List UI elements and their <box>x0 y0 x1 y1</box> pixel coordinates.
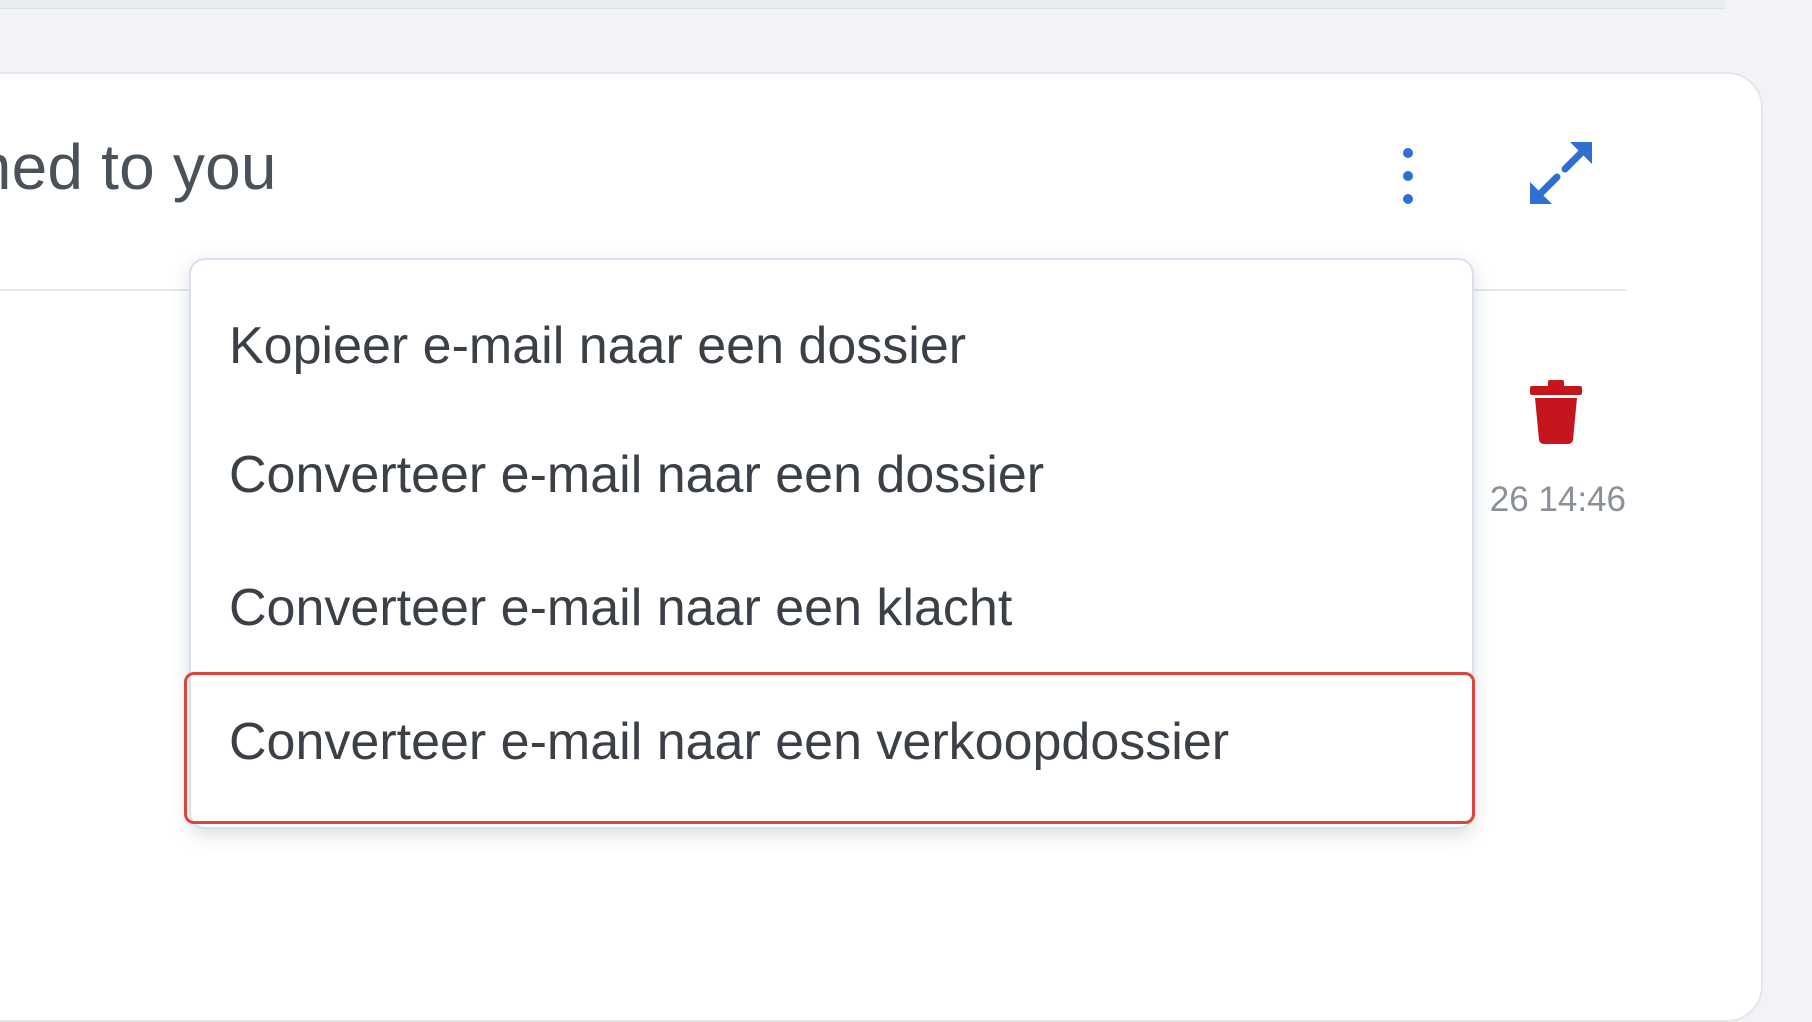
card-title: gned to you <box>0 131 277 203</box>
dot <box>1403 194 1413 204</box>
expand-icon[interactable] <box>1526 138 1596 208</box>
menu-item-convert-to-sales-dossier[interactable]: Converteer e-mail naar een verkoopdossie… <box>229 702 1229 782</box>
more-options-icon[interactable] <box>1388 140 1428 212</box>
timestamp-text: 26 14:46 <box>1489 480 1626 519</box>
delete-icon[interactable] <box>1528 380 1584 444</box>
menu-item-convert-to-dossier[interactable]: Converteer e-mail naar een dossier <box>229 435 1044 515</box>
dot <box>1403 171 1413 181</box>
menu-item-copy-to-dossier[interactable]: Kopieer e-mail naar een dossier <box>229 306 966 386</box>
email-actions-menu: Kopieer e-mail naar een dossier Converte… <box>189 258 1474 829</box>
email-timestamp: 26 14:46 <box>1476 480 1626 528</box>
menu-item-convert-to-complaint[interactable]: Converteer e-mail naar een klacht <box>229 568 1012 648</box>
top-bar <box>0 0 1726 9</box>
dot <box>1403 148 1413 158</box>
